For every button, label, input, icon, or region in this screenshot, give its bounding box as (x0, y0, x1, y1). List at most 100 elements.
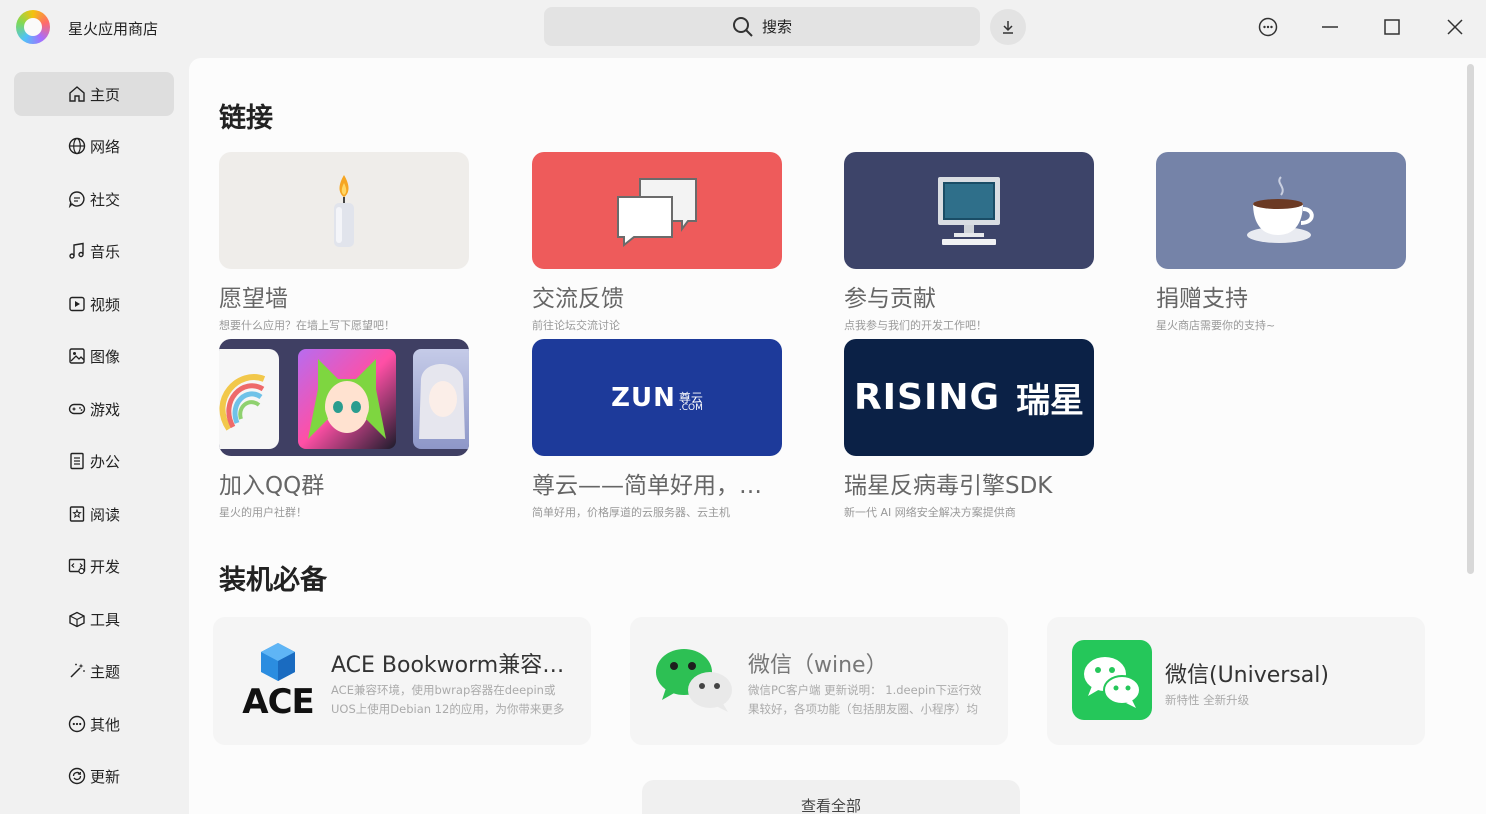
computer-icon (938, 176, 1000, 245)
maximize-button[interactable] (1376, 12, 1408, 42)
close-icon (1447, 19, 1463, 35)
sidebar: 主页 网络 社交 音乐 视频 图像 游戏 办公 阅读 开发 工具 主题 其他 更… (0, 56, 188, 814)
link-desc: 想要什么应用？在墙上写下愿望吧！ (219, 319, 395, 332)
more-icon (68, 715, 86, 733)
scrollbar[interactable] (1467, 64, 1474, 574)
sidebar-item-label: 游戏 (89, 400, 120, 419)
close-button[interactable] (1439, 12, 1471, 42)
wechat-universal-app-icon (1071, 639, 1153, 721)
sidebar-item-update[interactable]: 更新 (14, 754, 174, 798)
sidebar-item-social[interactable]: 社交 (14, 177, 174, 221)
sidebar-item-development[interactable]: 开发 (14, 544, 174, 588)
qq-thumb-anime-tile-2 (413, 349, 469, 449)
search-icon (732, 16, 753, 37)
zunyun-logo-com: .COM (678, 402, 703, 413)
app-name: ACE Bookworm兼容环境 (331, 653, 571, 678)
minimize-button[interactable] (1314, 12, 1346, 42)
image-icon (69, 348, 85, 364)
link-card-zunyun[interactable]: ZUN 尊云 .COM 尊云——简单好用，价格厚道的云服务器 简单好用，价格厚道… (532, 339, 782, 520)
rising-logo-en: RISING (853, 377, 1001, 418)
sidebar-item-label: 办公 (89, 452, 120, 471)
sidebar-item-label: 更新 (89, 767, 120, 786)
gamepad-icon (68, 403, 86, 415)
link-desc: 星火的用户社群！ (219, 506, 307, 519)
link-desc: 前往论坛交流讨论 (532, 319, 620, 332)
sidebar-item-image[interactable]: 图像 (14, 334, 174, 378)
rising-logo: RISING 瑞星 (854, 373, 1084, 422)
sidebar-item-music[interactable]: 音乐 (14, 229, 174, 273)
link-title: 交流反馈 (532, 286, 624, 312)
download-button[interactable] (990, 9, 1026, 45)
maximize-icon (1384, 19, 1400, 35)
link-thumb (1156, 152, 1406, 269)
chat-bubbles-icon (617, 177, 697, 247)
link-thumb (532, 152, 782, 269)
link-card-wish-wall[interactable]: 愿望墙 想要什么应用？在墙上写下愿望吧！ (219, 152, 469, 333)
sidebar-item-video[interactable]: 视频 (14, 282, 174, 326)
view-all-button[interactable]: 查看全部 (642, 780, 1020, 814)
app-logo-icon (16, 10, 50, 44)
link-desc: 星火商店需要你的支持~ (1156, 319, 1276, 332)
app-card-wechat-wine[interactable]: 微信（wine） 微信PC客户端 更新说明： 1.deepin下运行效果较好，各… (630, 617, 1008, 745)
cube-icon (261, 643, 295, 681)
chat-icon (68, 191, 85, 208)
sidebar-item-label: 开发 (89, 557, 120, 576)
music-icon (69, 242, 84, 259)
link-card-contribute[interactable]: 参与贡献 点我参与我们的开发工作吧！ (844, 152, 1094, 333)
anime-character-2-icon (419, 364, 465, 439)
main-content: 链接 愿望墙 想要什么应用？在墙上写下愿望吧！ 交流反馈 前往论坛交流讨论 参与… (189, 58, 1486, 814)
title-bar: 星火应用商店 搜索 (0, 0, 1486, 56)
link-card-qq-group[interactable]: 加入QQ群 星火的用户社群！ (219, 339, 469, 520)
zunyun-logo: ZUN 尊云 .COM (611, 383, 703, 413)
app-desc: 微信PC客户端 更新说明： 1.deepin下运行效果较好，各项功能（包括朋友圈… (748, 683, 982, 716)
link-card-donate[interactable]: 捐赠支持 星火商店需要你的支持~ (1156, 152, 1406, 333)
ace-logo-text: ACE (242, 682, 314, 722)
zunyun-logo-main: ZUN (611, 382, 676, 413)
search-box[interactable]: 搜索 (544, 7, 980, 46)
sidebar-item-label: 音乐 (89, 242, 120, 261)
sidebar-item-label: 图像 (89, 347, 120, 366)
minimize-icon (1322, 26, 1338, 28)
link-title: 参与贡献 (844, 286, 936, 312)
link-thumb: RISING 瑞星 (844, 339, 1094, 456)
sidebar-item-label: 工具 (89, 610, 120, 629)
app-desc: ACE兼容环境，使用bwrap容器在deepin或UOS上使用Debian 12… (331, 683, 565, 716)
qq-thumb-anime-tile (298, 349, 396, 449)
link-desc: 简单好用，价格厚道的云服务器、云主机 (532, 506, 730, 519)
app-card-ace[interactable]: ACE ACE Bookworm兼容环境 ACE兼容环境，使用bwrap容器在d… (213, 617, 591, 745)
magic-wand-icon (70, 663, 85, 678)
menu-button[interactable] (1252, 12, 1284, 42)
sidebar-item-label: 网络 (89, 137, 120, 156)
sidebar-item-label: 视频 (89, 295, 120, 314)
toolbox-icon (69, 611, 85, 628)
sidebar-item-label: 阅读 (89, 505, 120, 524)
wechat-wine-app-icon (654, 639, 736, 721)
candle-icon (334, 174, 354, 247)
home-icon (69, 86, 85, 102)
document-icon (70, 452, 84, 470)
sidebar-item-label: 主页 (89, 85, 120, 104)
sidebar-item-other[interactable]: 其他 (14, 702, 174, 746)
sidebar-item-network[interactable]: 网络 (14, 124, 174, 168)
download-icon (1003, 21, 1013, 34)
menu-icon (1258, 17, 1278, 37)
search-label: 搜索 (761, 18, 792, 36)
globe-icon (68, 137, 86, 155)
sidebar-item-reading[interactable]: 阅读 (14, 492, 174, 536)
ace-app-icon: ACE (237, 639, 319, 721)
sidebar-item-themes[interactable]: 主题 (14, 649, 174, 693)
sidebar-item-games[interactable]: 游戏 (14, 387, 174, 431)
link-desc: 新一代 AI 网络安全解决方案提供商 (844, 506, 1016, 519)
link-thumb (219, 152, 469, 269)
link-title: 瑞星反病毒引擎SDK (844, 473, 1053, 499)
link-card-rising[interactable]: RISING 瑞星 瑞星反病毒引擎SDK 新一代 AI 网络安全解决方案提供商 (844, 339, 1094, 520)
link-card-feedback[interactable]: 交流反馈 前往论坛交流讨论 (532, 152, 782, 333)
link-title: 捐赠支持 (1156, 286, 1248, 312)
sidebar-item-tools[interactable]: 工具 (14, 597, 174, 641)
essentials-section-title: 装机必备 (219, 565, 327, 596)
app-card-wechat-universal[interactable]: 微信(Universal) 新特性 全新升级 (1047, 617, 1425, 745)
sidebar-item-office[interactable]: 办公 (14, 439, 174, 483)
link-thumb (844, 152, 1094, 269)
sidebar-item-home[interactable]: 主页 (14, 72, 174, 116)
sidebar-item-label: 社交 (89, 190, 120, 209)
